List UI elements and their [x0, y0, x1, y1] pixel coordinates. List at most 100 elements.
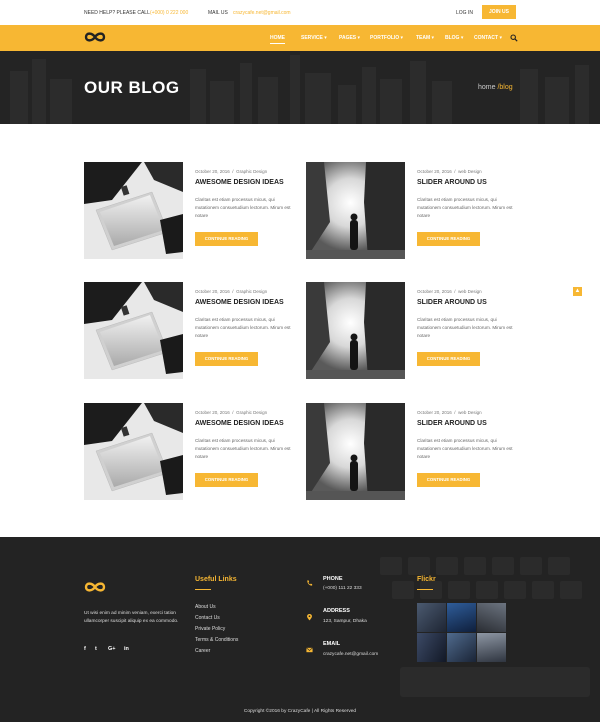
post-category[interactable]: Graphic Design — [236, 289, 267, 294]
mail-label: MAIL US — [208, 10, 228, 16]
copyright-text: Copyright ©2016 by CrazyCafe | All Right… — [243, 709, 357, 714]
flickr-thumb[interactable] — [447, 633, 476, 662]
heading-underline — [195, 589, 211, 590]
search-icon[interactable] — [510, 34, 518, 42]
street-photo[interactable] — [306, 403, 405, 500]
nav-item-blog[interactable]: BLOG ▾ — [445, 35, 463, 41]
contact-email-link[interactable]: crazycafe.net@gmail.com — [233, 10, 291, 16]
post-meta: October 20, 2016 / web Design — [417, 169, 482, 174]
facebook-icon[interactable]: f — [84, 646, 86, 652]
footer-link-privacy[interactable]: Private Policy — [195, 626, 225, 632]
heading-underline — [417, 589, 433, 590]
twitter-icon[interactable]: t — [95, 646, 97, 652]
logo-infinity-icon[interactable] — [84, 581, 106, 593]
join-button[interactable]: JOIN US — [482, 5, 516, 19]
post-excerpt: Claritas est etiam processus micus, qui … — [417, 438, 513, 459]
post-category[interactable]: web Design — [458, 169, 482, 174]
post-excerpt: Claritas est etiam processus micus, qui … — [195, 317, 291, 338]
keyboard-photo[interactable] — [84, 403, 183, 500]
post-meta: October 20, 2016 / web Design — [417, 410, 482, 415]
nav-item-service[interactable]: SERVICE ▾ — [301, 35, 327, 41]
contact-address-value: 123, Sampur, Dhaka — [323, 619, 367, 624]
footer-link-career[interactable]: Career — [195, 648, 210, 654]
logo-infinity-icon[interactable] — [84, 31, 106, 43]
contact-phone-value[interactable]: (+000) 111 22 333 — [323, 586, 362, 591]
login-link[interactable]: LOG IN — [456, 10, 473, 16]
meta-separator: / — [232, 169, 234, 174]
post-title[interactable]: AWESOME DESIGN IDEAS — [195, 299, 284, 306]
street-photo[interactable] — [306, 162, 405, 259]
contact-address-label: ADDRESS — [323, 608, 350, 614]
flickr-thumb[interactable] — [477, 633, 506, 662]
street-photo[interactable] — [306, 282, 405, 379]
breadcrumb: home /blog — [478, 84, 513, 91]
post-category[interactable]: web Design — [458, 289, 482, 294]
help-label: NEED HELP? PLEASE CALL — [84, 10, 150, 16]
post-category[interactable]: web Design — [458, 410, 482, 415]
post-title[interactable]: AWESOME DESIGN IDEAS — [195, 420, 284, 427]
contact-email-label: EMAIL — [323, 641, 341, 647]
post-excerpt: Claritas est etiam processus micus, qui … — [417, 317, 513, 338]
post-title[interactable]: SLIDER AROUND US — [417, 299, 487, 306]
flickr-thumb[interactable] — [417, 603, 446, 632]
blog-post-card: October 20, 2016 / Graphic Design AWESOM… — [84, 403, 294, 500]
nav-item-portfolio[interactable]: PORTFOLIO ▾ — [370, 35, 403, 41]
post-meta: October 20, 2016 / Graphic Design — [195, 169, 267, 174]
post-category[interactable]: Graphic Design — [236, 169, 267, 174]
post-title[interactable]: AWESOME DESIGN IDEAS — [195, 179, 284, 186]
phone-icon — [307, 580, 313, 586]
blog-post-card: October 20, 2016 / web Design SLIDER ARO… — [306, 162, 516, 259]
post-excerpt: Claritas est etiam processus micus, qui … — [417, 197, 513, 218]
flickr-thumb[interactable] — [447, 603, 476, 632]
post-category[interactable]: Graphic Design — [236, 410, 267, 415]
footer-link-contact[interactable]: Contact Us — [195, 615, 220, 621]
continue-reading-button[interactable]: CONTINUE READING — [417, 352, 480, 366]
continue-reading-button[interactable]: CONTINUE READING — [195, 352, 258, 366]
nav-item-home[interactable]: HOME — [270, 35, 285, 44]
post-title[interactable]: SLIDER AROUND US — [417, 179, 487, 186]
post-date: October 20, 2016 — [195, 169, 230, 174]
useful-links-heading: Useful Links — [195, 576, 237, 583]
post-date: October 20, 2016 — [417, 410, 452, 415]
post-title[interactable]: SLIDER AROUND US — [417, 420, 487, 427]
flickr-heading: Flickr — [417, 576, 436, 583]
blog-post-card: October 20, 2016 / Graphic Design AWESOM… — [84, 162, 294, 259]
main-navbar: HOME SERVICE ▾ PAGES ▾ PORTFOLIO ▾ TEAM … — [0, 25, 600, 51]
flickr-thumb[interactable] — [477, 603, 506, 632]
blog-post-card: October 20, 2016 / web Design SLIDER ARO… — [306, 282, 516, 379]
meta-separator: / — [232, 410, 234, 415]
help-phone[interactable]: (+000) 0 222 000 — [150, 10, 188, 16]
post-meta: October 20, 2016 / Graphic Design — [195, 289, 267, 294]
post-date: October 20, 2016 — [417, 289, 452, 294]
keyboard-photo[interactable] — [84, 162, 183, 259]
continue-reading-button[interactable]: CONTINUE READING — [195, 232, 258, 246]
continue-reading-button[interactable]: CONTINUE READING — [195, 473, 258, 487]
breadcrumb-current: /blog — [495, 84, 513, 91]
nav-item-team[interactable]: TEAM ▾ — [416, 35, 434, 41]
footer-about-text: Ut wisi enim ad minim veniam, exerci tat… — [84, 611, 179, 624]
post-meta: October 20, 2016 / web Design — [417, 289, 482, 294]
continue-reading-button[interactable]: CONTINUE READING — [417, 232, 480, 246]
keyboard-photo[interactable] — [84, 282, 183, 379]
footer-link-terms[interactable]: Terms & Conditions — [195, 637, 238, 643]
post-date: October 20, 2016 — [417, 169, 452, 174]
google-plus-icon[interactable]: G+ — [108, 646, 116, 652]
site-footer: Ut wisi enim ad minim veniam, exerci tat… — [0, 537, 600, 722]
blog-post-card: October 20, 2016 / web Design SLIDER ARO… — [306, 403, 516, 500]
chevron-up-icon[interactable]: ▲ — [573, 287, 582, 296]
flickr-thumb[interactable] — [417, 633, 446, 662]
nav-item-contact[interactable]: CONTACT ▾ — [474, 35, 502, 41]
meta-separator: / — [454, 289, 456, 294]
footer-link-about[interactable]: About Us — [195, 604, 216, 610]
post-meta: October 20, 2016 / Graphic Design — [195, 410, 267, 415]
meta-separator: / — [454, 169, 456, 174]
nav-item-pages[interactable]: PAGES ▾ — [339, 35, 360, 41]
contact-email-value[interactable]: crazycafe.net@gmail.com — [323, 652, 378, 657]
meta-separator: / — [232, 289, 234, 294]
post-date: October 20, 2016 — [195, 410, 230, 415]
page-hero: OUR BLOG home /blog — [0, 51, 600, 124]
breadcrumb-home[interactable]: home — [478, 84, 496, 91]
footer-keyboard-background — [0, 537, 600, 722]
linkedin-icon[interactable]: in — [124, 646, 129, 652]
continue-reading-button[interactable]: CONTINUE READING — [417, 473, 480, 487]
